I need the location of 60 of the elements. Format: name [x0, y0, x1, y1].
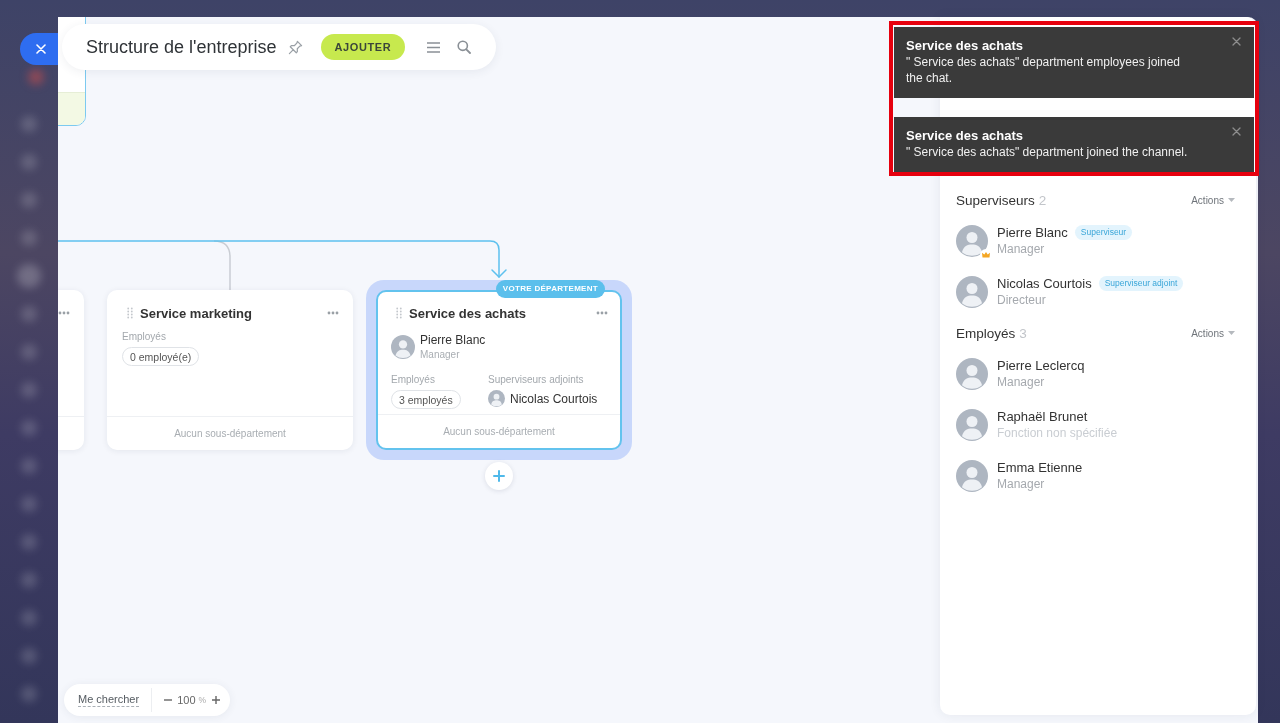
department-badge: VOTRE DÉPARTEMENT — [495, 280, 605, 298]
department-title: Service des achats — [409, 305, 527, 321]
plus-icon[interactable] — [212, 696, 221, 704]
job-title: Manager — [997, 374, 1046, 390]
role-tag: Superviseur — [1074, 225, 1133, 240]
menu-icon[interactable] — [427, 41, 441, 53]
head-role: Manager — [420, 348, 461, 361]
department-title: Service marketing — [140, 305, 252, 321]
minus-icon[interactable] — [164, 696, 173, 704]
actions-dropdown[interactable]: Actions — [1191, 327, 1235, 339]
employees-label: Employés — [391, 374, 435, 386]
department-card[interactable]: Service des achats Pierre Blanc Manager Employés 3 employés Superviseurs adjoints Nicolas Courtois Aucun sous-département — [376, 290, 622, 450]
role-tag: Superviseur adjoint — [1098, 276, 1184, 291]
caret-icon — [1228, 198, 1235, 202]
page-title: Structure de l'entreprise — [86, 36, 277, 58]
close-button[interactable] — [20, 33, 58, 65]
pin-icon[interactable] — [287, 39, 303, 55]
subdepartment-note: Aucun sous-département — [443, 426, 555, 437]
drag-handle-icon[interactable] — [396, 307, 402, 319]
zoom-value: 100 — [177, 694, 196, 706]
section-title: Employés — [956, 325, 1016, 341]
close-icon — [35, 44, 46, 54]
plus-icon — [493, 470, 505, 482]
add-button[interactable]: AJOUTER — [320, 34, 406, 60]
job-title: Manager — [997, 241, 1046, 257]
person-name[interactable]: Pierre Blanc — [997, 224, 1068, 241]
avatar-icon — [956, 224, 988, 257]
zoom-unit: % — [198, 695, 207, 705]
deputies-label: Superviseurs adjoints — [488, 374, 584, 386]
head-name: Pierre Blanc — [420, 333, 486, 347]
department-card[interactable]: Service marketing Employés 0 employé(e) Aucun sous-département — [107, 290, 353, 450]
actions-dropdown[interactable]: Actions — [1191, 194, 1235, 206]
close-icon[interactable] — [1232, 127, 1241, 136]
close-icon[interactable] — [1232, 37, 1241, 46]
more-icon[interactable] — [596, 311, 608, 315]
section-count: 2 — [1038, 192, 1047, 208]
search-icon[interactable] — [457, 40, 472, 54]
caret-icon — [1228, 331, 1235, 335]
job-title: Directeur — [997, 292, 1047, 308]
drag-handle-icon[interactable] — [127, 307, 133, 319]
person-name[interactable]: Raphaël Brunet — [997, 408, 1088, 425]
toast-title: Service des achats — [906, 128, 1024, 144]
avatar-icon — [488, 390, 505, 407]
subdepartment-note: Aucun sous-département — [174, 428, 286, 439]
avatar-icon — [391, 335, 415, 359]
more-icon[interactable] — [58, 311, 70, 315]
job-title: Manager — [997, 476, 1046, 492]
person-name[interactable]: Pierre Leclercq — [997, 357, 1085, 374]
section-count: 3 — [1019, 325, 1027, 341]
add-subdepartment-button[interactable] — [485, 462, 513, 490]
toast-message: " Service des achats" department joined the channel. — [906, 144, 1188, 160]
person-name[interactable]: Nicolas Courtois — [997, 275, 1092, 292]
employees-label: Employés — [122, 331, 166, 343]
toast-title: Service des achats — [906, 38, 1024, 54]
more-icon[interactable] — [327, 311, 339, 315]
find-me-link[interactable]: Me chercher — [78, 693, 140, 707]
person-name[interactable]: Emma Etienne — [997, 459, 1083, 476]
toast-message: " Service des achats" department employees joined the chat. — [906, 54, 1181, 86]
section-title: Superviseurs — [956, 192, 1035, 208]
deputy-name: Nicolas Courtois — [510, 391, 598, 406]
